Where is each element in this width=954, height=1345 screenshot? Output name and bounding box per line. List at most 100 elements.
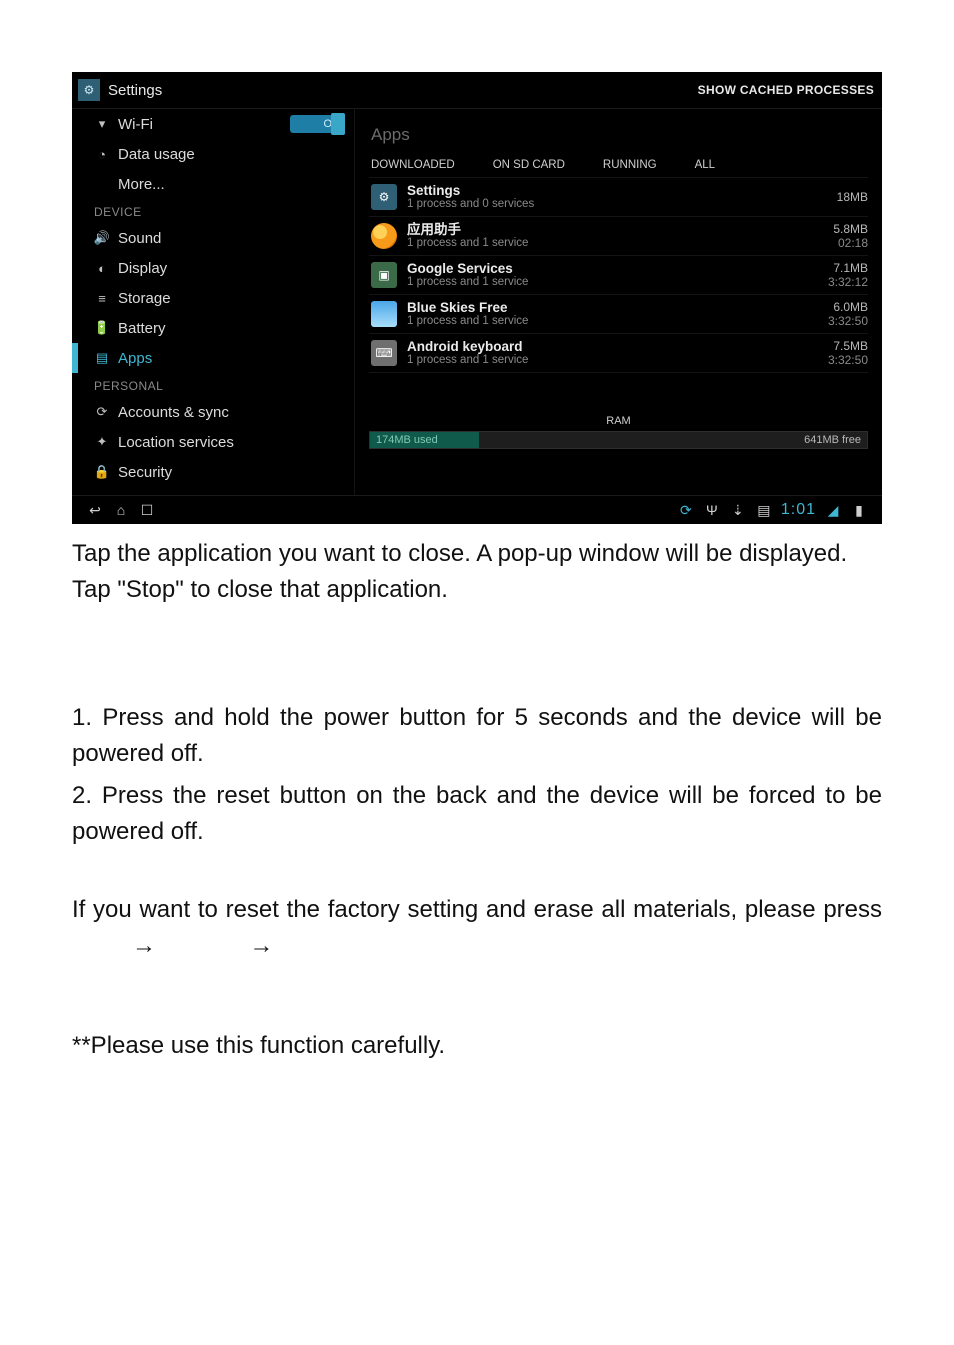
sidebar-item-label: Battery bbox=[118, 320, 166, 337]
app-row[interactable]: ▣ Google Services 1 process and 1 servic… bbox=[369, 256, 868, 295]
app-sub: 1 process and 1 service bbox=[407, 237, 528, 250]
home-button[interactable]: ⌂ bbox=[108, 502, 134, 518]
lock-icon: 🔒 bbox=[94, 464, 110, 480]
sidebar-item-label: Display bbox=[118, 260, 167, 277]
storage-icon: ≡ bbox=[94, 290, 110, 306]
status-download-icon: ⇣ bbox=[725, 502, 751, 519]
back-button[interactable]: ↩ bbox=[82, 502, 108, 519]
app-sub: 1 process and 1 service bbox=[407, 354, 528, 367]
sidebar-item-label: Accounts & sync bbox=[118, 404, 229, 421]
sidebar-item-label: Language & input bbox=[118, 494, 236, 496]
data-usage-icon: ◔ bbox=[94, 146, 110, 162]
sidebar-item-sound[interactable]: 🔊 Sound bbox=[72, 223, 354, 253]
status-sd-icon: ▤ bbox=[751, 502, 777, 519]
app-row[interactable]: ⚙ Settings 1 process and 0 services 18MB bbox=[369, 178, 868, 217]
content-pane: Apps DOWNLOADED ON SD CARD RUNNING ALL ⚙… bbox=[355, 109, 882, 495]
document-text: Tap the application you want to close. A… bbox=[72, 536, 882, 1064]
app-row[interactable]: 应用助手 1 process and 1 service 5.8MB 02:18 bbox=[369, 217, 868, 256]
tab-running[interactable]: RUNNING bbox=[601, 159, 659, 171]
wifi-icon: ▾ bbox=[94, 116, 110, 132]
app-time: 3:32:50 bbox=[828, 314, 868, 328]
status-usb-icon: Ψ bbox=[699, 502, 725, 518]
tab-all[interactable]: ALL bbox=[693, 159, 717, 171]
settings-body: ▾ Wi-Fi ON ◔ Data usage More... DEVICE 🔊… bbox=[72, 109, 882, 495]
doc-p1: Tap the application you want to close. A… bbox=[72, 536, 882, 608]
app-name: 应用助手 bbox=[407, 223, 528, 237]
doc-p3: 2. Press the reset button on the back an… bbox=[72, 778, 882, 850]
apps-tabs: DOWNLOADED ON SD CARD RUNNING ALL bbox=[369, 159, 868, 171]
sidebar-item-more[interactable]: More... bbox=[72, 169, 354, 199]
sidebar-item-label: Data usage bbox=[118, 146, 195, 163]
app-name: Settings bbox=[407, 184, 534, 198]
sidebar-item-location-services[interactable]: ✦ Location services bbox=[72, 427, 354, 457]
window-title: Settings bbox=[108, 82, 162, 99]
sidebar-item-label: Wi-Fi bbox=[118, 116, 153, 133]
app-row[interactable]: Blue Skies Free 1 process and 1 service … bbox=[369, 295, 868, 334]
system-navbar: ↩ ⌂ ☐ ⟳ Ψ ⇣ ▤ 1:01 ◢ ▮ bbox=[72, 495, 882, 524]
app-row[interactable]: ⌨ Android keyboard 1 process and 1 servi… bbox=[369, 334, 868, 373]
sidebar-item-label: More... bbox=[118, 176, 165, 193]
status-sync-icon: ⟳ bbox=[673, 502, 699, 519]
app-name: Blue Skies Free bbox=[407, 301, 528, 315]
ram-usage: RAM 174MB used 641MB free bbox=[369, 415, 868, 449]
sound-icon: 🔊 bbox=[94, 230, 110, 246]
app-time: 02:18 bbox=[833, 236, 868, 250]
sidebar-item-label: Location services bbox=[118, 434, 234, 451]
app-icon-google-services: ▣ bbox=[371, 262, 397, 288]
running-apps-list: ⚙ Settings 1 process and 0 services 18MB… bbox=[369, 177, 868, 373]
battery-icon: 🔋 bbox=[94, 320, 110, 336]
sidebar-item-wifi[interactable]: ▾ Wi-Fi ON bbox=[72, 109, 354, 139]
sidebar-item-accounts-sync[interactable]: ⟳ Accounts & sync bbox=[72, 397, 354, 427]
ram-free: 641MB free bbox=[804, 434, 861, 446]
language-icon: A bbox=[94, 494, 110, 495]
category-personal: PERSONAL bbox=[72, 373, 354, 397]
status-battery-icon: ▮ bbox=[846, 502, 872, 519]
app-size: 6.0MB bbox=[828, 300, 868, 314]
app-name: Google Services bbox=[407, 262, 528, 276]
arrow-icon: → bbox=[132, 932, 156, 959]
app-size: 7.5MB bbox=[828, 339, 868, 353]
doc-p4: If you want to reset the factory setting… bbox=[72, 892, 882, 964]
apps-icon: ▤ bbox=[94, 350, 110, 366]
app-sub: 1 process and 1 service bbox=[407, 276, 528, 289]
sidebar-item-label: Sound bbox=[118, 230, 161, 247]
sidebar-item-language-input[interactable]: A Language & input bbox=[72, 487, 354, 495]
tab-downloaded[interactable]: DOWNLOADED bbox=[369, 159, 457, 171]
recent-apps-button[interactable]: ☐ bbox=[134, 502, 160, 519]
sidebar-item-label: Security bbox=[118, 464, 172, 481]
app-name: Android keyboard bbox=[407, 340, 528, 354]
app-size: 7.1MB bbox=[828, 261, 868, 275]
wifi-toggle[interactable]: ON bbox=[290, 115, 344, 133]
ram-used: 174MB used bbox=[376, 434, 438, 446]
sidebar-item-display[interactable]: ◐ Display bbox=[72, 253, 354, 283]
sidebar: ▾ Wi-Fi ON ◔ Data usage More... DEVICE 🔊… bbox=[72, 109, 355, 495]
tab-on-sd-card[interactable]: ON SD CARD bbox=[491, 159, 567, 171]
app-sub: 1 process and 1 service bbox=[407, 315, 528, 328]
sidebar-item-apps[interactable]: ▤ Apps bbox=[72, 343, 354, 373]
show-cached-processes-button[interactable]: SHOW CACHED PROCESSES bbox=[698, 83, 874, 97]
display-icon: ◐ bbox=[94, 260, 110, 276]
sidebar-item-label: Storage bbox=[118, 290, 171, 307]
ram-bar: 174MB used 641MB free bbox=[369, 431, 868, 449]
category-device: DEVICE bbox=[72, 199, 354, 223]
app-icon-keyboard: ⌨ bbox=[371, 340, 397, 366]
settings-app-icon: ⚙ bbox=[78, 79, 100, 101]
sidebar-item-battery[interactable]: 🔋 Battery bbox=[72, 313, 354, 343]
ram-label: RAM bbox=[369, 415, 868, 427]
app-size: 18MB bbox=[837, 190, 868, 204]
sidebar-item-storage[interactable]: ≡ Storage bbox=[72, 283, 354, 313]
app-size: 5.8MB bbox=[833, 222, 868, 236]
status-wifi-icon: ◢ bbox=[820, 502, 846, 519]
app-icon-helper bbox=[371, 223, 397, 249]
status-clock: 1:01 bbox=[781, 501, 816, 519]
sidebar-item-data-usage[interactable]: ◔ Data usage bbox=[72, 139, 354, 169]
app-sub: 1 process and 0 services bbox=[407, 198, 534, 211]
screenshot: ⚙ Settings SHOW CACHED PROCESSES ▾ Wi-Fi… bbox=[72, 72, 882, 524]
app-time: 3:32:12 bbox=[828, 275, 868, 289]
arrow-icon: → bbox=[249, 932, 273, 959]
sidebar-item-security[interactable]: 🔒 Security bbox=[72, 457, 354, 487]
location-icon: ✦ bbox=[94, 434, 110, 450]
sidebar-item-label: Apps bbox=[118, 350, 152, 367]
app-icon-settings: ⚙ bbox=[371, 184, 397, 210]
content-heading: Apps bbox=[371, 125, 868, 145]
